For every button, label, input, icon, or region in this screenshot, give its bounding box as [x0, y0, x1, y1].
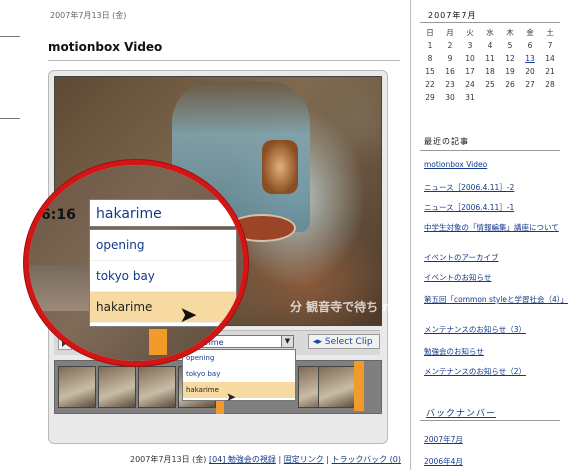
calendar-day: 12 [505, 54, 515, 63]
recent-post-link[interactable]: 第五回「common styleと学習社会（4）」 [424, 294, 568, 305]
footer-date: 2007年7月13日 (金) [130, 455, 207, 464]
calendar-day: 15 [425, 67, 435, 76]
calendar: 日 月 火 水 木 金 土 1 2 3 4 5 6 7 8 9 10 11 12… [420, 26, 570, 104]
magnified-select-value: hakarime [96, 206, 162, 222]
title-divider [48, 60, 400, 61]
calendar-weekday: 土 [546, 28, 554, 37]
calendar-day: 19 [505, 67, 515, 76]
calendar-day: 31 [465, 93, 475, 102]
calendar-day: 4 [487, 41, 493, 50]
recent-post-link[interactable]: ニュース［2006.4.11］-1 [424, 202, 514, 213]
calendar-weekday: 木 [506, 28, 514, 37]
calendar-day: 23 [445, 80, 455, 89]
calendar-day: 21 [545, 67, 555, 76]
recent-posts-title: 最近の記事 [424, 137, 469, 146]
recent-post-link[interactable]: メンテナンスのお知らせ（2） [424, 366, 526, 377]
calendar-day: 17 [465, 67, 475, 76]
filmstrip-thumb[interactable] [98, 366, 136, 408]
calendar-day-link[interactable]: 13 [520, 52, 540, 65]
calendar-weekday: 日 [426, 28, 434, 37]
clip-option[interactable]: tokyo bay [183, 366, 295, 382]
post-date: 2007年7月13日 (金) [50, 11, 127, 20]
calendar-day: 28 [545, 80, 555, 89]
backnumber-rule [420, 420, 560, 421]
calendar-day: 16 [445, 67, 455, 76]
select-clip-label: Select Clip [324, 337, 373, 347]
footer-trackback-link[interactable]: トラックバック (0) [332, 455, 401, 464]
calendar-day: 30 [445, 93, 455, 102]
calendar-day [520, 91, 540, 104]
calendar-day: 1 [427, 41, 433, 50]
calendar-day: 22 [425, 80, 435, 89]
post-title: motionbox Video [48, 40, 163, 54]
footer-separator: | [278, 455, 282, 464]
magnified-option: tokyo bay [90, 261, 236, 292]
backnumber-title[interactable]: バックナンバー [426, 406, 496, 419]
calendar-day: 14 [545, 54, 555, 63]
timeline-marker[interactable] [354, 361, 364, 411]
magnified-cursor-icon: ➤ [179, 303, 198, 328]
magnified-filmstrip [29, 265, 89, 311]
recent-post-link[interactable]: イベントのお知らせ [424, 272, 491, 283]
recent-posts-rule [420, 150, 560, 151]
calendar-day: 24 [465, 80, 475, 89]
filmstrip-thumb[interactable] [58, 366, 96, 408]
calendar-day: 3 [467, 41, 473, 50]
backnumber-link[interactable]: 2007年7月 [424, 434, 463, 445]
footer-separator: | [326, 455, 329, 464]
magnified-time: 6:16 [41, 207, 76, 223]
calendar-day [480, 91, 500, 104]
recent-post-link[interactable]: 中学生対象の「情報編集」講座について [424, 222, 559, 233]
calendar-day: 8 [427, 54, 433, 63]
calendar-day: 11 [485, 54, 495, 63]
calendar-day: 2 [447, 41, 453, 50]
chevron-down-icon[interactable]: ▼ [281, 336, 293, 347]
select-clip-button[interactable]: ◂▸ Select Clip [308, 334, 380, 349]
calendar-title: 2007年7月 [428, 11, 477, 20]
footer-permalink[interactable]: 固定リンク [284, 455, 324, 464]
calendar-day: 26 [505, 80, 515, 89]
recent-post-link[interactable]: メンテナンスのお知らせ（3） [424, 324, 526, 335]
recent-post-link[interactable]: ニュース［2006.4.11］-2 [424, 182, 514, 193]
calendar-day [540, 91, 560, 104]
calendar-day: 5 [507, 41, 513, 50]
magnified-option-selected: hakarime [90, 292, 236, 323]
calendar-weekday: 月 [446, 28, 454, 37]
calendar-rule [420, 22, 560, 23]
recent-post-link[interactable]: motionbox Video [424, 160, 487, 169]
calendar-weekday: 水 [486, 28, 494, 37]
calendar-weekday: 金 [526, 28, 534, 37]
sidebar-divider [410, 0, 411, 470]
magnifier-callout: 6:16 hakarime opening tokyo bay hakarime… [24, 160, 248, 366]
left-divider-top [0, 36, 20, 37]
cursor-icon: ➤ [226, 390, 237, 404]
backnumber-link[interactable]: 2006年4月 [424, 456, 463, 467]
calendar-day: 27 [525, 80, 535, 89]
calendar-day: 29 [425, 93, 435, 102]
calendar-day [500, 91, 520, 104]
filmstrip-thumb[interactable] [318, 366, 356, 408]
calendar-day: 20 [525, 67, 535, 76]
calendar-day: 25 [485, 80, 495, 89]
calendar-day: 6 [527, 41, 533, 50]
calendar-day: 10 [465, 54, 475, 63]
calendar-day: 7 [547, 41, 553, 50]
magnified-option: opening [90, 230, 236, 261]
magnified-timeline-marker [149, 329, 167, 355]
filmstrip-thumb[interactable] [138, 366, 176, 408]
calendar-weekday: 火 [466, 28, 474, 37]
recent-post-link[interactable]: 勉強会のお知らせ [424, 346, 484, 357]
post-footer: 2007年7月13日 (金) [04] 勉強会の視録 | 固定リンク | トラッ… [130, 454, 401, 465]
magnified-dropdown: opening tokyo bay hakarime [89, 229, 237, 327]
footer-category-link[interactable]: [04] 勉強会の視録 [209, 455, 276, 464]
left-divider-bottom [0, 118, 20, 119]
video-jar-object [262, 140, 298, 194]
clip-option-selected[interactable]: hakarime [183, 382, 295, 398]
recent-post-link[interactable]: イベントのアーカイブ [424, 252, 499, 263]
calendar-day: 9 [447, 54, 453, 63]
calendar-day: 18 [485, 67, 495, 76]
arrows-icon: ◂▸ [313, 337, 325, 347]
magnified-clip-select: hakarime [89, 199, 243, 227]
